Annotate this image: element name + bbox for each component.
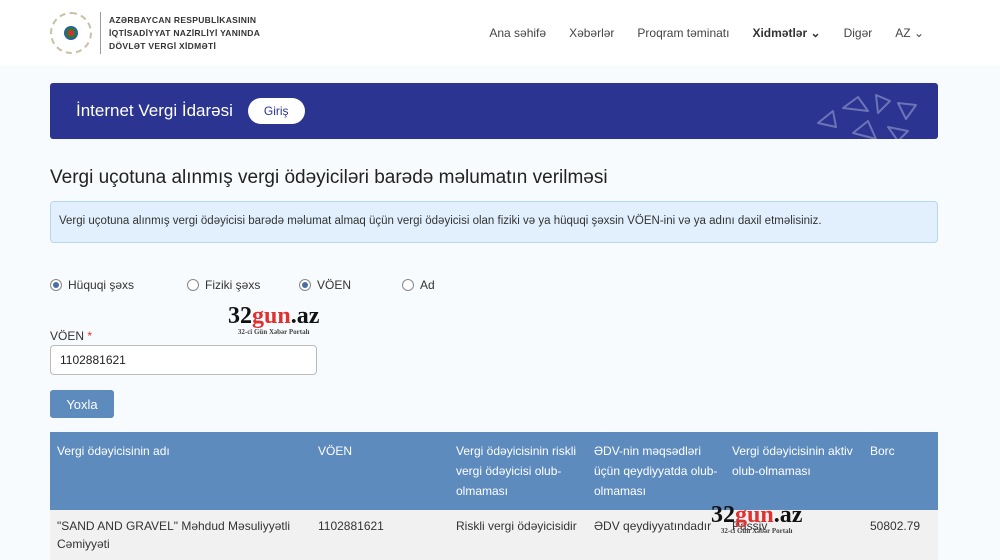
wm-subtitle: 32-ci Gün Xəbər Portalı [237, 328, 310, 336]
radio-label: VÖEN [317, 278, 352, 292]
column-header: Borc [863, 432, 938, 510]
column-header: VÖEN [311, 432, 449, 510]
info-alert: Vergi uçotuna alınmış vergi ödəyicisi ba… [50, 201, 938, 243]
radio-checked-icon [299, 279, 311, 291]
cell-vat: ƏDV qeydiyyatındadır [587, 510, 725, 560]
wm-text: .az [290, 303, 320, 329]
radio-label: Hüquqi şəxs [68, 278, 135, 292]
watermark-logo: 32gun.az 32-ci Gün Xəbər Portalı [228, 304, 319, 336]
radio-label: Fiziki şəxs [205, 278, 261, 292]
org-line: AZƏRBAYCAN RESPUBLİKASININ [109, 14, 257, 25]
chevron-down-icon: ⌄ [810, 26, 821, 40]
wm-text: gun [252, 303, 291, 329]
radio-label: Ad [420, 278, 435, 292]
language-select[interactable]: AZ ⌄ [895, 26, 924, 40]
nav-news[interactable]: Xəbərlər [569, 26, 614, 40]
cell-debt: 50802.79 [863, 510, 938, 560]
nav-home[interactable]: Ana səhifə [489, 26, 546, 40]
radio-legal-entity[interactable]: Hüquqi şəxs [50, 278, 187, 292]
column-header: Vergi ödəyicisinin aktiv olub-olmaması [725, 432, 863, 510]
wm-text: 32 [711, 502, 735, 528]
cell-name: "SAND AND GRAVEL" Məhdud Məsuliyyətli Cə… [50, 510, 311, 560]
column-header: Vergi ödəyicisinin riskli vergi ödəyicis… [449, 432, 587, 510]
wm-text: gun [735, 502, 774, 528]
radio-name[interactable]: Ad [402, 278, 435, 292]
search-type-radios: Hüquqi şəxs Fiziki şəxs VÖEN Ad [50, 278, 435, 292]
table-header-row: Vergi ödəyicisinin adı VÖEN Vergi ödəyic… [50, 432, 938, 510]
org-line: İQTİSADİYYAT NAZİRLİYİ YANINDA [109, 27, 261, 38]
column-header: Vergi ödəyicisinin adı [50, 432, 311, 510]
cell-risk: Riskli vergi ödəyicisidir [449, 510, 587, 560]
main-nav: Ana səhifə Xəbərlər Proqram təminatı Xid… [466, 26, 924, 40]
chevron-down-icon: ⌄ [913, 26, 924, 40]
column-header: ƏDV-nin məqsədləri üçün qeydiyyatda olub… [587, 432, 725, 510]
radio-individual[interactable]: Fiziki şəxs [187, 278, 299, 292]
radio-voen[interactable]: VÖEN [299, 278, 402, 292]
required-marker: * [87, 329, 93, 343]
wm-subtitle: 32-ci Gün Xəbər Portalı [720, 527, 793, 535]
watermark-logo: 32gun.az 32-ci Gün Xəbər Portalı [711, 503, 802, 535]
table-row: "SAND AND GRAVEL" Məhdud Məsuliyyətli Cə… [50, 510, 938, 560]
service-banner: İnternet Vergi İdarəsi Giriş [50, 83, 938, 139]
check-button[interactable]: Yoxla [50, 390, 114, 418]
voen-label: VÖEN * [50, 329, 92, 343]
state-emblem-logo[interactable] [50, 12, 92, 54]
wm-text: .az [773, 502, 803, 528]
radio-unchecked-icon [187, 279, 199, 291]
nav-other[interactable]: Digər [844, 26, 873, 40]
voen-label-text: VÖEN [50, 329, 85, 343]
banner-title: İnternet Vergi İdarəsi [76, 101, 233, 120]
divider [100, 12, 101, 54]
page-title: Vergi uçotuna alınmış vergi ödəyiciləri … [50, 167, 608, 188]
nav-services[interactable]: Xidmətlər ⌄ [752, 26, 820, 40]
language-label: AZ [895, 26, 911, 40]
nav-services-label: Xidmətlər [752, 26, 808, 40]
cell-voen: 1102881621 [311, 510, 449, 560]
org-name[interactable]: AZƏRBAYCAN RESPUBLİKASININ İQTİSADİYYAT … [109, 14, 260, 53]
voen-input[interactable] [50, 345, 317, 375]
org-line: DÖVLƏT VERGİ XİDMƏTİ [109, 40, 217, 51]
login-button[interactable]: Giriş [247, 98, 305, 124]
radio-checked-icon [50, 279, 62, 291]
radio-unchecked-icon [402, 279, 414, 291]
results-table: Vergi ödəyicisinin adı VÖEN Vergi ödəyic… [50, 432, 938, 560]
site-header: AZƏRBAYCAN RESPUBLİKASININ İQTİSADİYYAT … [0, 0, 1000, 66]
nav-software[interactable]: Proqram təminatı [637, 26, 729, 40]
wm-text: 32 [228, 303, 252, 329]
decorative-pattern-icon [817, 94, 917, 139]
